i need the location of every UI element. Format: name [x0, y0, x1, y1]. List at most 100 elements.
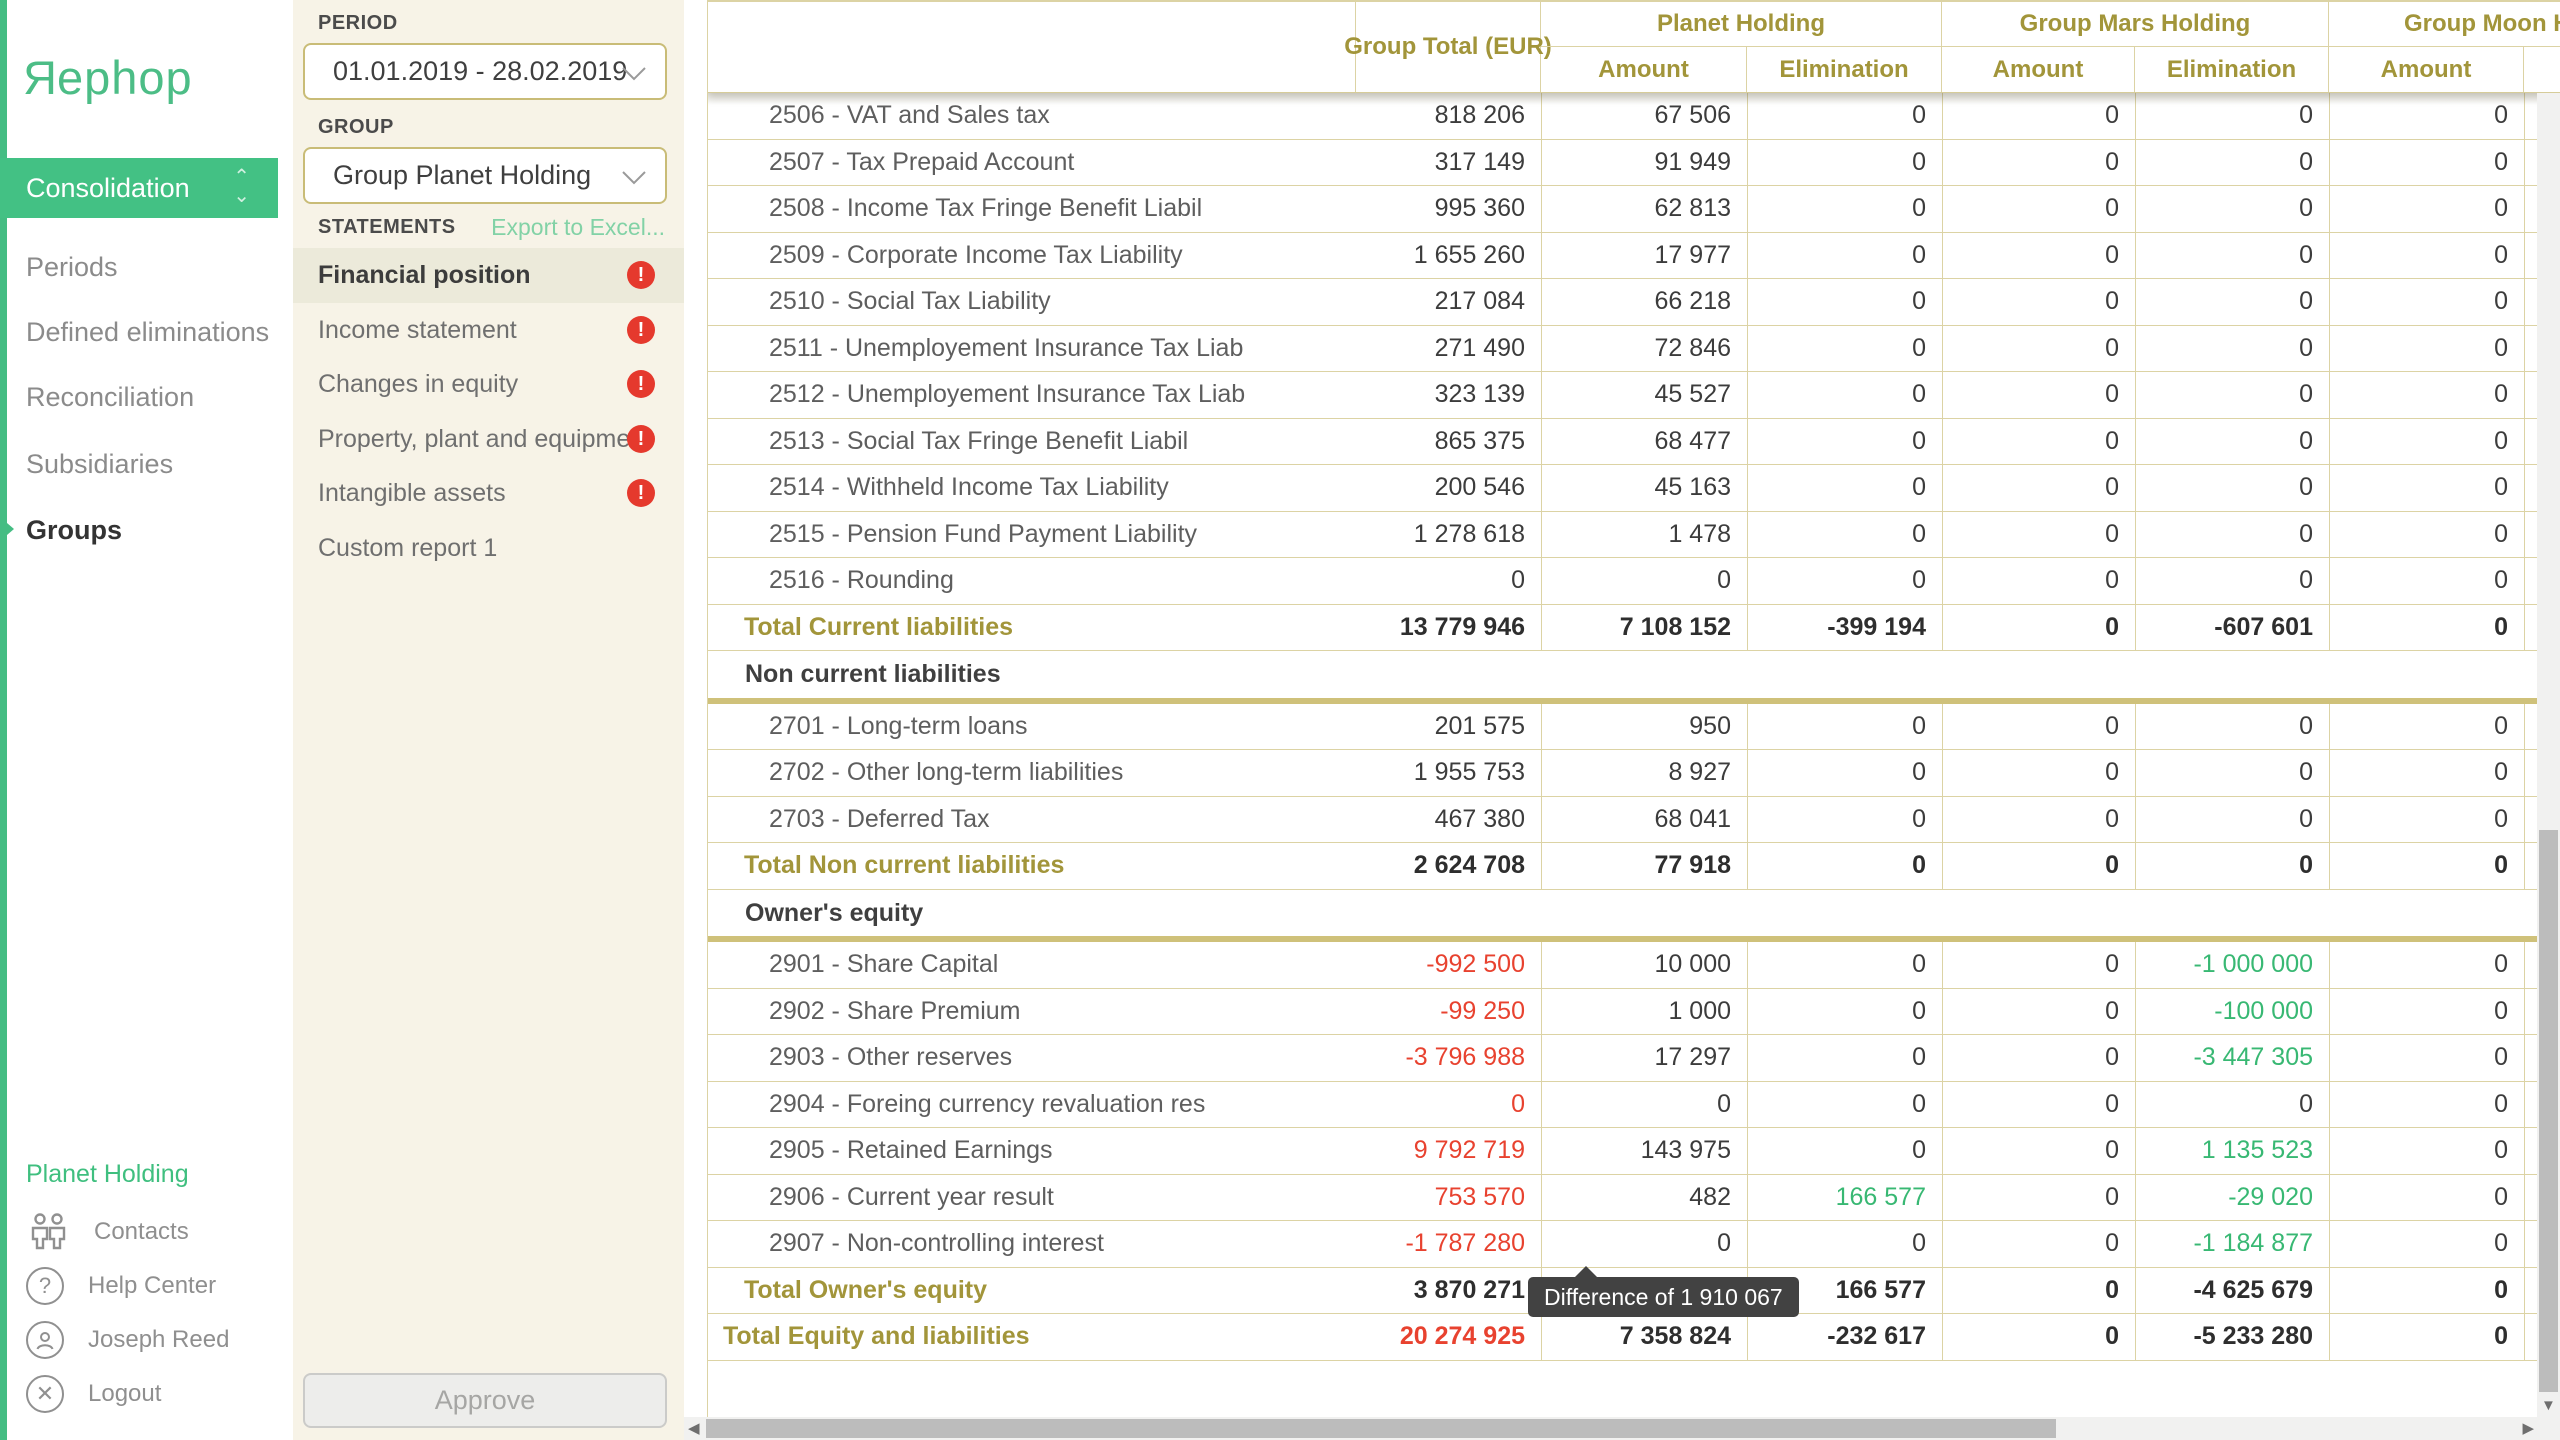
table-cell: -3 447 305 [2135, 1035, 2329, 1081]
export-to-excel-link[interactable]: Export to Excel... [491, 214, 665, 241]
table-row: 2904 - Foreing currency revaluation res0… [708, 1082, 2560, 1129]
table-row: 2507 - Tax Prepaid Account317 14991 9490… [708, 140, 2560, 187]
table-cell: -99 250 [1356, 989, 1541, 1035]
horizontal-scrollbar-thumb[interactable] [706, 1419, 2056, 1438]
row-label: 2506 - VAT and Sales tax [708, 93, 1356, 139]
statement-item[interactable]: Custom report 1 [293, 521, 684, 576]
row-label: 2516 - Rounding [708, 558, 1356, 604]
sidebar-item-defined-eliminations[interactable]: Defined eliminations [26, 317, 269, 348]
section-header: Owner's equity [708, 890, 2560, 937]
alert-badge-icon: ! [627, 425, 655, 453]
table-cell: 0 [1747, 512, 1942, 558]
table-cell: 13 779 946 [1356, 605, 1541, 651]
user-icon [26, 1321, 64, 1359]
table-row: 2905 - Retained Earnings9 792 719143 975… [708, 1128, 2560, 1175]
sidebar-item-subsidiaries[interactable]: Subsidiaries [26, 449, 173, 480]
vertical-scrollbar[interactable]: ▼ [2537, 93, 2560, 1417]
table-cell: 0 [1541, 558, 1747, 604]
table-row: 2514 - Withheld Income Tax Liability200 … [708, 465, 2560, 512]
statement-label: Income statement [318, 316, 517, 344]
horizontal-scrollbar[interactable]: ◀ ▶ [684, 1417, 2560, 1440]
table-cell: -607 601 [2135, 605, 2329, 651]
table-cell: 10 000 [1541, 942, 1747, 988]
scroll-right-arrow-icon[interactable]: ▶ [2522, 1417, 2534, 1440]
table-body: 2506 - VAT and Sales tax818 20667 506000… [708, 93, 2560, 1361]
logo-letter: R [22, 50, 57, 105]
table-cell: 0 [1356, 558, 1541, 604]
table-cell: 317 149 [1356, 140, 1541, 186]
vertical-scrollbar-thumb[interactable] [2539, 830, 2558, 1392]
table-cell: 77 918 [1541, 843, 1747, 889]
report-panel: PERIOD 01.01.2019 - 28.02.2019 GROUP Gro… [293, 0, 684, 1440]
statement-item[interactable]: Changes in equity! [293, 357, 684, 412]
table-row: 2703 - Deferred Tax467 38068 0410000 [708, 797, 2560, 844]
group-value: Group Planet Holding [333, 160, 591, 190]
row-label: 2512 - Unemployement Insurance Tax Liab [708, 372, 1356, 418]
table-cell: 753 570 [1356, 1175, 1541, 1221]
row-label: 2901 - Share Capital [708, 942, 1356, 988]
help-icon: ? [26, 1267, 64, 1305]
user-profile-link[interactable]: Joseph Reed [26, 1318, 229, 1362]
logout-label: Logout [88, 1380, 161, 1408]
statement-label: Financial position [318, 261, 531, 289]
table-cell: 91 949 [1541, 140, 1747, 186]
table-cell: 0 [1747, 233, 1942, 279]
table-cell: 0 [2135, 465, 2329, 511]
sidebar-item-reconciliation[interactable]: Reconciliation [26, 382, 194, 413]
alert-badge-icon: ! [627, 370, 655, 398]
row-label: 2904 - Foreing currency revaluation res [708, 1082, 1356, 1128]
table-cell: 0 [1747, 1221, 1942, 1267]
sidebar-item-consolidation[interactable]: Consolidation ⌃⌄ [0, 158, 278, 218]
row-label: 2507 - Tax Prepaid Account [708, 140, 1356, 186]
statement-label: Custom report 1 [318, 534, 497, 562]
table-cell: 200 546 [1356, 465, 1541, 511]
header-cell-moon-elimination [2524, 47, 2560, 92]
company-name: Planet Holding [26, 1160, 189, 1189]
statement-label: Changes in equity [318, 370, 518, 398]
table-cell: 0 [1942, 512, 2135, 558]
row-label: 2702 - Other long-term liabilities [708, 750, 1356, 796]
contacts-link[interactable]: Contacts [26, 1210, 189, 1254]
table-cell: 62 813 [1541, 186, 1747, 232]
table-cell: 0 [2329, 942, 2524, 988]
statement-item[interactable]: Income statement! [293, 303, 684, 358]
table-cell: 1 655 260 [1356, 233, 1541, 279]
table-cell: 7 358 824 [1541, 1314, 1747, 1360]
table-cell: 45 163 [1541, 465, 1747, 511]
table-cell: 0 [2329, 419, 2524, 465]
approve-button[interactable]: Approve [303, 1373, 667, 1428]
table-cell: 818 206 [1356, 93, 1541, 139]
table-cell: -29 020 [2135, 1175, 2329, 1221]
group-select[interactable]: Group Planet Holding [303, 147, 667, 204]
table-cell: 45 527 [1541, 372, 1747, 418]
table-cell: 0 [2135, 372, 2329, 418]
table-cell: 0 [1942, 605, 2135, 651]
table-row: 2512 - Unemployement Insurance Tax Liab3… [708, 372, 2560, 419]
statement-item[interactable]: Intangible assets! [293, 466, 684, 521]
table-cell: 8 927 [1541, 750, 1747, 796]
table-cell: 0 [2135, 750, 2329, 796]
financial-position-table: Group Total (EUR) Planet Holding Group M… [707, 0, 2560, 1440]
table-cell: 17 977 [1541, 233, 1747, 279]
table-cell: 20 274 925 [1356, 1314, 1541, 1360]
help-center-link[interactable]: ? Help Center [26, 1264, 216, 1308]
sidebar-item-groups[interactable]: Groups [26, 515, 122, 546]
table-header: Group Total (EUR) Planet Holding Group M… [708, 0, 2560, 93]
table-cell: 0 [1942, 326, 2135, 372]
scroll-left-arrow-icon[interactable]: ◀ [688, 1417, 700, 1440]
statement-item[interactable]: Financial position! [293, 248, 684, 303]
table-cell: 0 [2135, 233, 2329, 279]
statement-item[interactable]: Property, plant and equipment! [293, 412, 684, 467]
table-cell: 9 792 719 [1356, 1128, 1541, 1174]
period-label: PERIOD [318, 12, 398, 35]
table-cell: 1 135 523 [2135, 1128, 2329, 1174]
table-cell: 0 [1942, 989, 2135, 1035]
scroll-down-arrow-icon[interactable]: ▼ [2541, 1394, 2556, 1417]
table-cell: 323 139 [1356, 372, 1541, 418]
period-select[interactable]: 01.01.2019 - 28.02.2019 [303, 43, 667, 100]
table-cell: 0 [1942, 93, 2135, 139]
logout-link[interactable]: ✕ Logout [26, 1372, 161, 1416]
sidebar-item-periods[interactable]: Periods [26, 252, 118, 283]
alert-badge-icon: ! [627, 479, 655, 507]
table-cell: 0 [2329, 704, 2524, 750]
